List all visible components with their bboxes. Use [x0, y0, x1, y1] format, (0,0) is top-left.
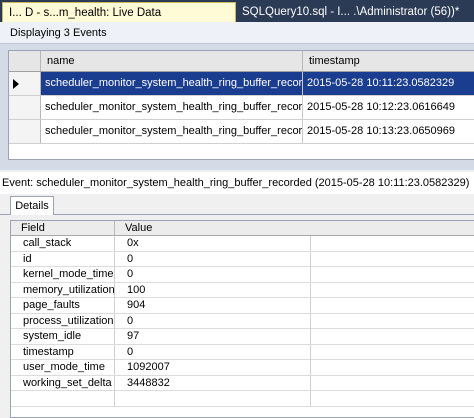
- value-cell[interactable]: 0x: [115, 236, 311, 251]
- details-tab-strip: Details: [0, 194, 474, 215]
- tab-live-data[interactable]: I... D - s...m_health: Live Data: [2, 2, 236, 22]
- value-cell[interactable]: 3448832: [115, 375, 311, 391]
- table-row[interactable]: page_faults 904: [11, 298, 474, 314]
- field-cell[interactable]: kernel_mode_time: [11, 267, 115, 282]
- field-cell[interactable]: timestamp: [11, 344, 115, 360]
- table-row[interactable]: scheduler_monitor_system_health_ring_buf…: [9, 72, 474, 96]
- table-row[interactable]: timestamp 0: [11, 344, 474, 360]
- tab-details[interactable]: Details: [10, 196, 54, 215]
- value-cell[interactable]: 1092007: [115, 360, 311, 375]
- tab-sqlquery10[interactable]: SQLQuery10.sql - I... .\Administrator (5…: [236, 2, 474, 22]
- event-details-title: Event: scheduler_monitor_system_health_r…: [0, 172, 474, 194]
- row-selector[interactable]: [9, 120, 41, 143]
- column-header-timestamp[interactable]: timestamp: [303, 51, 474, 71]
- column-header-name[interactable]: name: [41, 51, 303, 71]
- details-grid[interactable]: Field Value call_stack 0x id 0 kernel_mode_t…: [10, 220, 474, 418]
- value-cell[interactable]: 0: [115, 267, 311, 282]
- row-selector[interactable]: [9, 72, 41, 95]
- value-cell[interactable]: 97: [115, 329, 311, 344]
- document-tab-strip: I... D - s...m_health: Live Data SQLQuer…: [0, 0, 474, 22]
- event-timestamp-cell[interactable]: 2015-05-28 10:13:23.0650969: [303, 120, 474, 143]
- field-cell[interactable]: call_stack: [11, 236, 115, 251]
- value-cell[interactable]: 100: [115, 282, 311, 298]
- table-row[interactable]: user_mode_time 1092007: [11, 360, 474, 376]
- field-cell[interactable]: memory_utilization: [11, 282, 115, 298]
- field-cell[interactable]: id: [11, 251, 115, 267]
- event-name-cell[interactable]: scheduler_monitor_system_health_ring_buf…: [41, 96, 303, 119]
- empty-row[interactable]: [11, 391, 474, 407]
- table-row[interactable]: process_utilization 0: [11, 313, 474, 329]
- table-row[interactable]: kernel_mode_time 0: [11, 267, 474, 283]
- field-cell[interactable]: system_idle: [11, 329, 115, 344]
- value-cell[interactable]: [115, 391, 311, 406]
- field-cell[interactable]: [11, 391, 115, 406]
- events-grid-header: name timestamp: [9, 51, 474, 72]
- events-grid[interactable]: name timestamp scheduler_monitor_system_…: [8, 50, 474, 160]
- column-header-field[interactable]: Field: [11, 221, 115, 235]
- field-cell[interactable]: process_utilization: [11, 313, 115, 329]
- table-row[interactable]: working_set_delta 3448832: [11, 375, 474, 391]
- value-cell[interactable]: 0: [115, 313, 311, 329]
- current-row-arrow-icon: [13, 79, 19, 89]
- events-pane: Displaying 3 Events name timestamp sched…: [0, 22, 474, 170]
- value-cell[interactable]: 0: [115, 251, 311, 267]
- row-selector-header: [9, 51, 41, 71]
- table-row[interactable]: system_idle 97: [11, 329, 474, 345]
- row-selector[interactable]: [9, 96, 41, 119]
- table-row[interactable]: scheduler_monitor_system_health_ring_buf…: [9, 120, 474, 144]
- event-name-cell[interactable]: scheduler_monitor_system_health_ring_buf…: [41, 120, 303, 143]
- event-count-status: Displaying 3 Events: [0, 22, 474, 44]
- field-cell[interactable]: working_set_delta: [11, 375, 115, 391]
- event-timestamp-cell[interactable]: 2015-05-28 10:11:23.0582329: [303, 72, 474, 95]
- table-row[interactable]: id 0: [11, 251, 474, 267]
- table-row[interactable]: call_stack 0x: [11, 236, 474, 252]
- column-header-value[interactable]: Value: [115, 221, 474, 235]
- value-cell[interactable]: 904: [115, 298, 311, 313]
- value-cell[interactable]: 0: [115, 344, 311, 360]
- details-grid-header: Field Value: [11, 221, 474, 236]
- event-name-cell[interactable]: scheduler_monitor_system_health_ring_buf…: [41, 72, 303, 95]
- field-cell[interactable]: user_mode_time: [11, 360, 115, 375]
- table-row[interactable]: memory_utilization 100: [11, 282, 474, 298]
- event-timestamp-cell[interactable]: 2015-05-28 10:12:23.0616649: [303, 96, 474, 119]
- field-cell[interactable]: page_faults: [11, 298, 115, 313]
- table-row[interactable]: scheduler_monitor_system_health_ring_buf…: [9, 96, 474, 120]
